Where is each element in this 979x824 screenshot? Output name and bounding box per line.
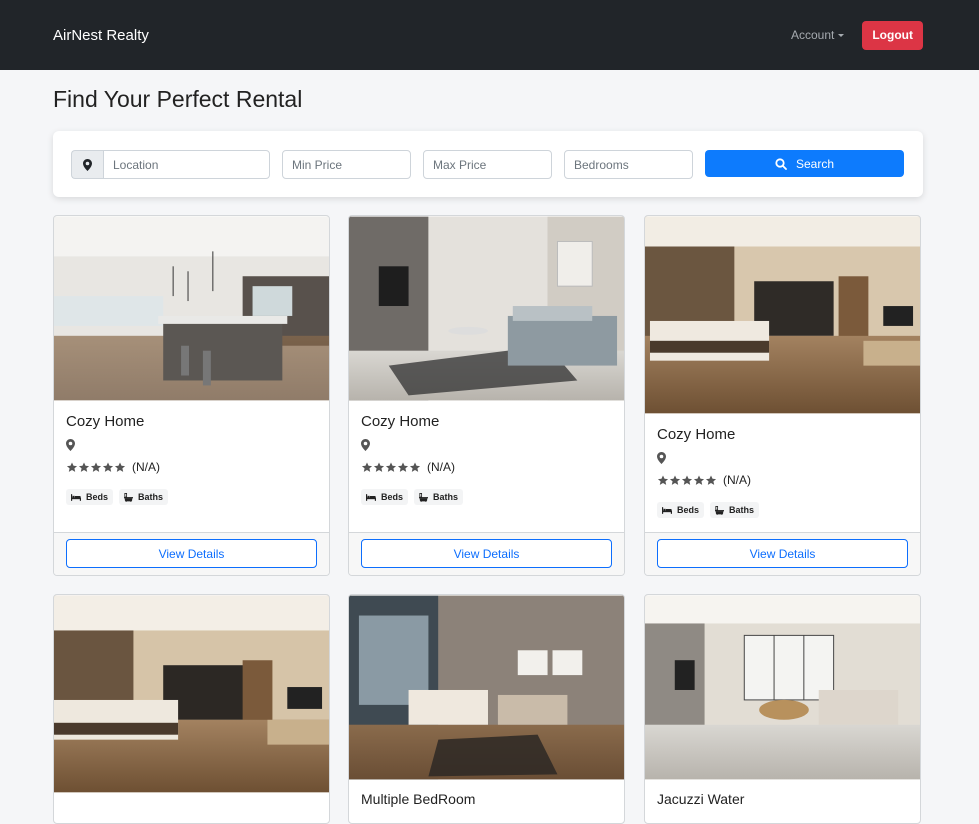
- bath-icon: [715, 506, 724, 515]
- bed-icon: [366, 494, 376, 501]
- listing-title: Multiple BedRoom: [361, 791, 476, 807]
- bed-icon: [71, 494, 81, 501]
- listing-photo: [645, 595, 920, 780]
- baths-badge: Baths: [414, 489, 464, 505]
- logout-button[interactable]: Logout: [862, 20, 923, 50]
- rating-text: (N/A): [132, 460, 160, 474]
- top-navbar: AirNest Realty Account Logout: [0, 0, 979, 70]
- listing-title: Jacuzzi Water: [657, 791, 745, 807]
- listing-card: Jacuzzi Water: [644, 594, 921, 824]
- listing-title: Cozy Home: [66, 413, 145, 430]
- star-rating-icon: [657, 475, 717, 486]
- listing-photo: [645, 216, 920, 414]
- listing-card: [53, 594, 330, 824]
- bedrooms-input[interactable]: Bedrooms: [564, 150, 693, 179]
- bath-icon: [124, 493, 133, 502]
- search-panel: Location Min Price Max Price Bedrooms Se…: [53, 131, 923, 197]
- beds-badge: Beds: [657, 502, 705, 518]
- listing-card: Cozy Home (N/A) Beds Baths View Details: [348, 215, 625, 576]
- location-pin-icon: [66, 439, 75, 451]
- listing-title: Cozy Home: [361, 413, 440, 430]
- listing-card: Cozy Home (N/A) Beds Baths View Details: [644, 215, 921, 576]
- listing-card: Cozy Home (N/A) Beds Baths View Details: [53, 215, 330, 576]
- search-icon: [775, 157, 787, 170]
- caret-down-icon: [838, 33, 845, 37]
- max-price-input[interactable]: Max Price: [423, 150, 552, 179]
- location-pin-icon: [71, 150, 103, 179]
- rating-row: (N/A): [66, 460, 317, 474]
- location-input[interactable]: Location: [103, 150, 270, 179]
- location-pin-icon: [361, 439, 370, 451]
- view-details-button[interactable]: View Details: [66, 539, 317, 568]
- min-price-input[interactable]: Min Price: [282, 150, 411, 179]
- view-details-button[interactable]: View Details: [657, 539, 908, 568]
- brand-logo[interactable]: AirNest Realty: [53, 27, 149, 44]
- bed-icon: [662, 507, 672, 514]
- rating-row: (N/A): [361, 460, 612, 474]
- listing-photo: [54, 595, 329, 793]
- search-button-label: Search: [795, 156, 835, 171]
- baths-badge: Baths: [119, 489, 169, 505]
- listing-card: Multiple BedRoom: [348, 594, 625, 824]
- rating-row: (N/A): [657, 473, 908, 487]
- listing-photo: [54, 216, 329, 401]
- bath-icon: [419, 493, 428, 502]
- view-details-button[interactable]: View Details: [361, 539, 612, 568]
- rating-text: (N/A): [427, 460, 455, 474]
- account-dropdown[interactable]: Account: [790, 28, 845, 42]
- baths-badge: Baths: [710, 502, 760, 518]
- location-group: Location: [71, 150, 270, 179]
- rating-text: (N/A): [723, 473, 751, 487]
- listing-photo: [349, 216, 624, 401]
- star-rating-icon: [361, 462, 421, 473]
- beds-badge: Beds: [361, 489, 409, 505]
- search-button[interactable]: Search: [705, 150, 904, 177]
- page-title: Find Your Perfect Rental: [53, 86, 303, 112]
- listing-title: Cozy Home: [657, 426, 736, 443]
- listing-photo: [349, 595, 624, 780]
- location-pin-icon: [657, 452, 666, 464]
- star-rating-icon: [66, 462, 126, 473]
- account-label: Account: [790, 28, 835, 42]
- beds-badge: Beds: [66, 489, 114, 505]
